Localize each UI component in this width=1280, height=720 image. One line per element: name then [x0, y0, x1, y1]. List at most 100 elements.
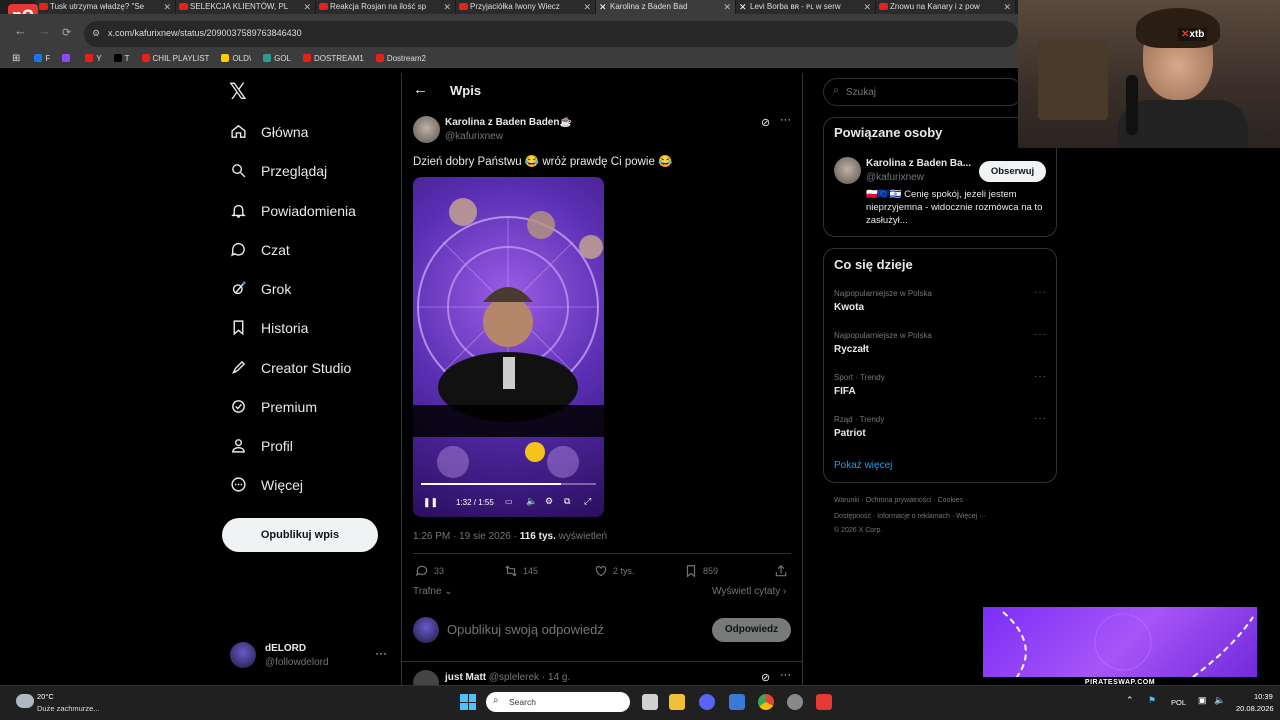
- tab-close-icon[interactable]: ✕: [723, 0, 731, 14]
- bookmark-item[interactable]: OLD\: [221, 54, 251, 63]
- trend-more-icon[interactable]: ···: [1034, 413, 1047, 424]
- browser-tab[interactable]: Reakcja Rosjan na ilość sp ✕: [316, 0, 456, 14]
- reply-more-icon[interactable]: ···: [780, 669, 791, 681]
- windows-start-icon[interactable]: [460, 694, 476, 710]
- nav-item-verified[interactable]: Premium: [230, 398, 317, 415]
- bookmark-item[interactable]: T: [113, 54, 130, 63]
- grok-icon[interactable]: ⊘: [761, 671, 770, 684]
- reply-button[interactable]: Odpowiedz: [712, 618, 791, 642]
- post-button[interactable]: Opublikuj wpis: [222, 518, 378, 552]
- forward-icon[interactable]: →: [38, 23, 51, 38]
- next-reply-name[interactable]: just Matt: [445, 672, 486, 683]
- bookmark-item[interactable]: [62, 54, 73, 63]
- trend-more-icon[interactable]: ···: [1034, 287, 1047, 298]
- app-sparkle-icon[interactable]: [729, 694, 745, 710]
- nav-item-rocket[interactable]: Creator Studio: [230, 359, 351, 376]
- trend-item[interactable]: FIFA: [834, 386, 856, 397]
- nav-item-bookmark[interactable]: Historia: [230, 319, 308, 336]
- bookmark-stat[interactable]: 859: [684, 564, 718, 578]
- apps-grid-icon[interactable]: ⊞: [12, 53, 20, 64]
- recorder-icon[interactable]: [816, 694, 832, 710]
- pause-icon[interactable]: ❚❚: [423, 497, 438, 508]
- author-avatar[interactable]: [413, 116, 440, 143]
- clock-date[interactable]: 20.08.2026: [1236, 704, 1274, 713]
- clock-time[interactable]: 10:39: [1254, 692, 1273, 701]
- trend-more-icon[interactable]: ···: [1034, 371, 1047, 382]
- tab-close-icon[interactable]: ✕: [863, 0, 871, 14]
- video-progress-track[interactable]: [421, 483, 596, 485]
- footer-links-1[interactable]: Warunki · Ochrona prywatności · Cookies …: [834, 497, 967, 504]
- reply-stat[interactable]: 33: [415, 564, 444, 578]
- nav-item-more-circle[interactable]: Więcej: [230, 476, 303, 493]
- trend-item[interactable]: Ryczałt: [834, 344, 869, 355]
- task-view-icon[interactable]: [642, 694, 658, 710]
- browser-tab[interactable]: Tusk utrzyma władzę? "Se ✕: [36, 0, 176, 14]
- browser-tab[interactable]: ✕ Karolina z Baden Bad ✕: [596, 0, 736, 14]
- back-icon[interactable]: ←: [14, 23, 27, 38]
- browser-tab[interactable]: Przyjaciółka Iwony Wiecz ✕: [456, 0, 596, 14]
- tray-chevron-icon[interactable]: ⌃: [1126, 695, 1134, 706]
- weather-icon[interactable]: [16, 694, 34, 708]
- fullscreen-icon[interactable]: ⤢: [584, 496, 591, 507]
- bookmark-item[interactable]: Y: [85, 54, 102, 63]
- bookmark-item[interactable]: DOSTREAM1: [303, 54, 364, 63]
- like-stat[interactable]: 2 tys.: [594, 564, 635, 578]
- sort-dropdown[interactable]: Trafne ⌄: [413, 586, 453, 597]
- trend-item[interactable]: Patriot: [834, 428, 866, 439]
- language-indicator[interactable]: POL: [1171, 698, 1186, 707]
- browser-tab[interactable]: Znowu na Kanary i z pow ✕: [876, 0, 1016, 14]
- bookmark-item[interactable]: Dostream2: [375, 54, 426, 63]
- captions-icon[interactable]: ▭: [505, 497, 513, 506]
- account-switcher[interactable]: dELORD @followdelord ···: [230, 640, 390, 672]
- search-box[interactable]: ⌕ Szukaj: [823, 78, 1023, 106]
- nav-item-bell[interactable]: Powiadomienia: [230, 202, 356, 219]
- author-handle[interactable]: @kafurixnew: [445, 131, 503, 142]
- author-name[interactable]: Karolina z Baden Baden☕: [445, 117, 572, 128]
- volume-icon[interactable]: 🔈: [526, 496, 537, 507]
- settings-icon[interactable]: ⚙: [545, 496, 553, 507]
- trend-more-icon[interactable]: ···: [1034, 329, 1047, 340]
- bookmark-item[interactable]: CHIL PLAYLIST: [141, 54, 209, 63]
- network-icon[interactable]: ▣: [1198, 695, 1207, 706]
- nav-item-search[interactable]: Przeglądaj: [230, 162, 327, 179]
- site-info-icon[interactable]: ⚙: [92, 28, 100, 39]
- tab-close-icon[interactable]: ✕: [443, 0, 451, 14]
- volume-icon[interactable]: 🔈: [1214, 695, 1225, 706]
- trend-item[interactable]: Kwota: [834, 302, 864, 313]
- related-handle[interactable]: @kafurixnew: [866, 172, 924, 183]
- share-stat[interactable]: [774, 564, 793, 578]
- reload-icon[interactable]: ⟳: [62, 26, 71, 39]
- grok-icon[interactable]: ⊘: [761, 116, 770, 129]
- back-arrow-icon[interactable]: ←: [413, 81, 428, 98]
- timestamp-text[interactable]: 1:26 PM · 19 sie 2026 ·: [413, 531, 520, 542]
- chrome-icon[interactable]: [758, 694, 774, 710]
- tab-close-icon[interactable]: ✕: [303, 0, 311, 14]
- x-logo-icon[interactable]: 𝕏: [229, 80, 247, 105]
- bookmark-item[interactable]: F: [34, 54, 50, 63]
- browser-tab[interactable]: ✕ Levi Borba ʙʀ - ᴘʟ w serw ✕: [736, 0, 876, 14]
- related-avatar[interactable]: [834, 157, 861, 184]
- pip-icon[interactable]: ⧉: [564, 496, 570, 507]
- follow-button[interactable]: Obserwuj: [979, 161, 1046, 182]
- reply-input[interactable]: Opublikuj swoją odpowiedź: [447, 622, 604, 637]
- footer-links-2[interactable]: Dostępność · Informacje o reklamach · Wi…: [834, 513, 986, 520]
- tab-close-icon[interactable]: ✕: [583, 0, 591, 14]
- related-name[interactable]: Karolina z Baden Ba...: [866, 158, 971, 169]
- repost-stat[interactable]: 145: [504, 564, 538, 578]
- app-icon[interactable]: [787, 694, 803, 710]
- taskbar-search[interactable]: ⌕ Search: [486, 692, 630, 712]
- bookmark-item[interactable]: GOL: [263, 54, 291, 63]
- tab-close-icon[interactable]: ✕: [163, 0, 171, 14]
- discord-icon[interactable]: [699, 694, 715, 710]
- nav-item-person[interactable]: Profil: [230, 437, 293, 454]
- show-more-link[interactable]: Pokaż więcej: [834, 460, 892, 471]
- nav-item-grok[interactable]: Grok: [230, 280, 291, 297]
- view-quotes-link[interactable]: Wyświetl cytaty ›: [712, 586, 786, 597]
- post-more-icon[interactable]: ···: [780, 114, 791, 126]
- tab-close-icon[interactable]: ✕: [1003, 0, 1011, 14]
- nav-item-chat[interactable]: Czat: [230, 241, 290, 258]
- nav-item-home[interactable]: Główna: [230, 123, 308, 140]
- tray-app-icon[interactable]: ⚑: [1148, 695, 1156, 706]
- browser-tab[interactable]: SELEKCJA KLIENTÓW, PL ✕: [176, 0, 316, 14]
- file-explorer-icon[interactable]: [669, 694, 685, 710]
